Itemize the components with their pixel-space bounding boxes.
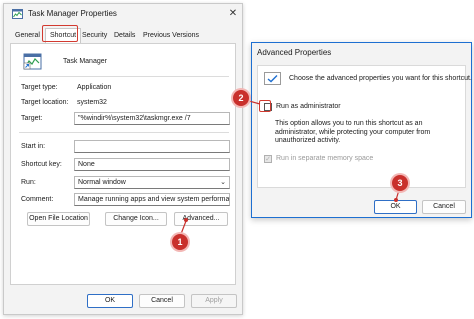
step-2-badge: 2 <box>233 90 249 106</box>
step2-connector <box>248 100 261 105</box>
step-3-badge: 3 <box>392 175 408 191</box>
step3-dot <box>394 198 398 202</box>
step1-dot <box>184 218 188 222</box>
annotation-lines <box>180 100 400 235</box>
step1-connector <box>180 220 187 235</box>
step-1-badge: 1 <box>172 234 188 250</box>
